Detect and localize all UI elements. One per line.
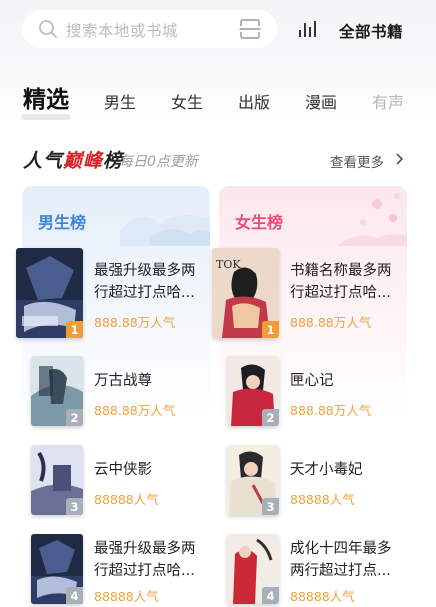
book-cover[interactable]: 1 [16,248,83,338]
all-books-link[interactable]: 全部书籍 [339,20,403,42]
book-cover[interactable]: 2 [227,356,279,426]
rank-badge: 2 [66,409,83,426]
list-item[interactable]: 2 万古战尊 888.88万人气 [31,356,246,438]
search-placeholder: 搜索本地或书城 [66,22,179,40]
search-bar[interactable]: 搜索本地或书城 [22,10,277,48]
book-popularity: 888.88万人气 [290,315,372,330]
book-cover[interactable]: 4 [31,534,83,604]
rank-badge: 3 [66,498,83,515]
category-tabs: 精选 男生 女生 出版 漫画 有声 [0,64,436,124]
male-ranking-title: 男生榜 [38,213,87,232]
chevron-right-icon[interactable] [395,153,405,165]
book-cover[interactable]: 4 [227,534,279,604]
tab-audio[interactable]: 有声 [372,89,404,113]
book-cover[interactable]: 3 [227,445,279,515]
list-item[interactable]: 4 成化十四年最多 两行超过打点... 88888人气 [227,534,436,607]
book-title-line2[interactable]: 行超过打点哈... [94,560,195,582]
blossom-decoration [337,193,407,246]
book-title-line2[interactable]: 行超过打点哈... [290,282,391,304]
list-item[interactable]: 3 云中侠影 88888人气 [31,445,246,527]
book-popularity: 888.88万人气 [94,403,176,418]
book-popularity: 888.88万人气 [290,403,372,418]
female-ranking-title: 女生榜 [235,213,284,232]
section-subtitle: 每日0点更新 [119,154,198,170]
rank-badge: 1 [262,321,279,338]
tab-male[interactable]: 男生 [104,89,136,113]
rank-badge: 4 [262,587,279,604]
mountain-decoration [120,215,210,246]
book-title[interactable]: 匣心记 [290,370,334,392]
book-cover[interactable]: TOK 1 [212,248,279,338]
tab-publish[interactable]: 出版 [238,89,270,113]
ranking-icon[interactable] [298,19,318,39]
book-popularity: 88888人气 [94,589,159,604]
tab-featured[interactable]: 精选 [21,80,71,120]
book-title-line2[interactable]: 行超过打点哈... [94,282,195,304]
scan-icon[interactable] [239,19,261,39]
book-title[interactable]: 最强升级最多两 [94,260,196,282]
book-popularity: 888.88万人气 [94,315,176,330]
list-item[interactable]: TOK 1 书籍名称最多两 行超过打点哈... 888.88万人气 [212,248,427,338]
book-title[interactable]: 成化十四年最多 [290,538,392,560]
top-bar: 搜索本地或书城 全部书籍 [0,0,436,64]
book-cover[interactable]: 2 [31,356,83,426]
list-item[interactable]: 4 最强升级最多两 行超过打点哈... 88888人气 [31,534,246,607]
rank-badge: 2 [262,409,279,426]
svg-text:TOK: TOK [216,258,241,271]
list-item[interactable]: 2 匣心记 888.88万人气 [227,356,436,438]
see-more-link[interactable]: 查看更多 [330,151,384,171]
tab-female[interactable]: 女生 [171,89,203,113]
rank-badge: 1 [66,321,83,338]
book-title[interactable]: 云中侠影 [94,459,152,481]
rank-badge: 4 [66,587,83,604]
rank-badge: 3 [262,498,279,515]
book-cover[interactable]: 3 [31,445,83,515]
book-title[interactable]: 万古战尊 [94,370,152,392]
section-title: 人气巅峰榜 [23,150,124,172]
book-title[interactable]: 最强升级最多两 [94,538,196,560]
book-popularity: 88888人气 [94,492,159,507]
tab-comics[interactable]: 漫画 [305,89,337,113]
book-title-line2[interactable]: 两行超过打点... [290,560,391,582]
list-item[interactable]: 3 天才小毒妃 88888人气 [227,445,436,527]
list-item[interactable]: 1 最强升级最多两 行超过打点哈... 888.88万人气 [16,248,231,338]
book-title[interactable]: 书籍名称最多两 [290,260,392,282]
search-icon [39,20,57,38]
book-popularity: 88888人气 [290,492,355,507]
book-popularity: 88888人气 [290,589,355,604]
section-header: 人气巅峰榜 每日0点更新 查看更多 [0,124,436,184]
book-title[interactable]: 天才小毒妃 [290,459,363,481]
